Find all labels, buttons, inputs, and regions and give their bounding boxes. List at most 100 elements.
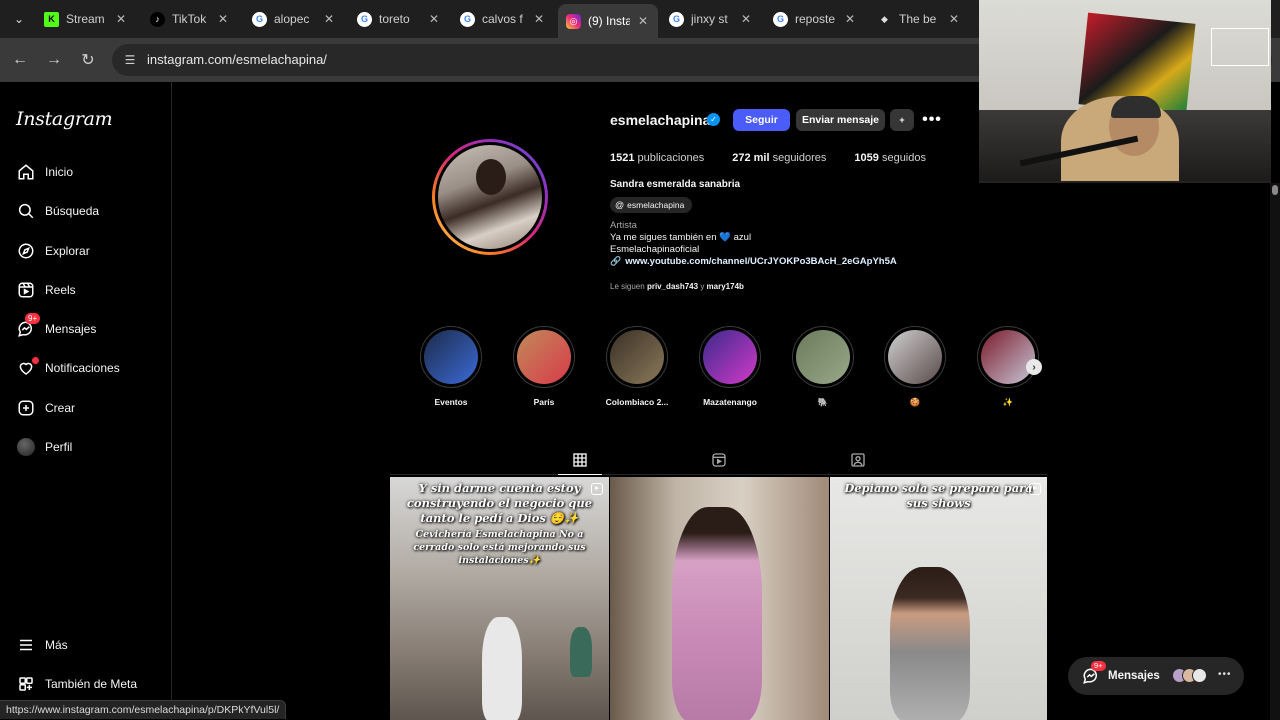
sidebar-item-mas[interactable]: Más [16, 632, 68, 658]
google-icon: G [460, 11, 475, 27]
browser-tab-tiktok[interactable]: ♪ TikTok ✕ [142, 6, 238, 32]
google-icon: G [669, 11, 684, 27]
back-arrow-icon[interactable]: ← [8, 48, 32, 72]
reels-icon [712, 453, 726, 467]
post-caption-overlay: Y sin darme cuenta estoy construyendo el… [406, 481, 593, 566]
profile-full-name: Sandra esmeralda sanabria [610, 179, 741, 190]
conversation-avatars [1172, 668, 1207, 683]
story-highlight[interactable]: 🐘 [787, 326, 859, 408]
browser-tab-stream[interactable]: K Stream ✕ [36, 6, 136, 32]
compass-icon [16, 241, 36, 261]
sidebar-item-inicio[interactable]: Inicio [16, 159, 73, 185]
browser-tab-alopec[interactable]: G alopec ✕ [244, 6, 344, 32]
streamer-webcam [979, 0, 1271, 183]
post-thumbnail[interactable] [610, 477, 829, 720]
sidebar-item-tambien-de-meta[interactable]: También de Meta [16, 671, 137, 697]
page-scrollbar[interactable] [1270, 183, 1280, 720]
messenger-icon: 9+ [1082, 661, 1106, 685]
browser-tab-toreto[interactable]: G toreto ✕ [349, 6, 449, 32]
grid-icon [573, 453, 587, 467]
story-highlight[interactable]: París [508, 326, 580, 407]
close-icon[interactable]: ✕ [947, 12, 961, 26]
avatar [1192, 668, 1207, 683]
close-icon[interactable]: ✕ [114, 12, 128, 26]
sidebar-item-perfil[interactable]: Perfil [16, 434, 72, 460]
link-icon: 🔗 [610, 256, 622, 266]
send-message-button[interactable]: Enviar mensaje [796, 109, 885, 131]
browser-tab-instagram[interactable]: ◎ (9) Insta ✕ [558, 4, 658, 38]
scrollbar-thumb[interactable] [1272, 185, 1278, 195]
bio-external-link[interactable]: 🔗 www.youtube.com/channel/UCrJYOKPo3BAcH… [610, 256, 897, 267]
unread-badge: 9+ [25, 313, 41, 324]
more-options-icon[interactable]: ••• [922, 109, 942, 131]
browser-tab-calvos[interactable]: G calvos f ✕ [452, 6, 554, 32]
suggested-accounts-button[interactable]: + [890, 109, 914, 131]
more-icon: ••• [1218, 669, 1232, 680]
close-icon[interactable]: ✕ [636, 14, 650, 28]
floating-messages-button[interactable]: 9+ Mensajes ••• [1068, 657, 1244, 695]
verified-badge-icon: ✓ [707, 113, 720, 126]
instagram-sidebar: Instagram Inicio Búsqueda Explorar Reels [0, 82, 172, 720]
tabs-divider [390, 474, 1047, 475]
tab-posts[interactable] [558, 450, 602, 475]
tab-reels[interactable] [709, 450, 729, 470]
story-highlight[interactable]: Eventos [415, 326, 487, 407]
notification-dot [32, 357, 39, 364]
google-icon: G [252, 11, 267, 27]
profile-avatar[interactable] [432, 139, 548, 255]
close-icon[interactable]: ✕ [843, 12, 857, 26]
site-settings-icon[interactable]: ☰ [122, 52, 138, 68]
story-highlight[interactable]: Mazatenango [694, 326, 766, 407]
tab-tagged[interactable] [848, 450, 868, 470]
following-count[interactable]: 1059 seguidos [854, 152, 926, 164]
sidebar-item-explorar[interactable]: Explorar [16, 238, 90, 264]
google-icon: G [773, 11, 788, 27]
screen: ⌄ K Stream ✕ ♪ TikTok ✕ G alopec ✕ G tor… [0, 0, 1280, 720]
add-person-icon: + [899, 115, 905, 125]
threads-link[interactable]: @ esmelachapina [610, 197, 693, 213]
browser-tab-the-be[interactable]: ◆ The be ✕ [869, 6, 969, 32]
plus-square-icon [16, 398, 36, 418]
sidebar-item-mensajes[interactable]: 9+ Mensajes [16, 313, 96, 342]
close-icon[interactable]: ✕ [532, 12, 546, 26]
close-icon[interactable]: ✕ [739, 12, 753, 26]
search-icon [16, 201, 36, 221]
instagram-logo[interactable]: Instagram [16, 108, 113, 130]
highlights-next-icon[interactable]: › [1026, 359, 1042, 375]
profile-stats: 1521 publicaciones 272 mil seguidores 10… [610, 152, 954, 164]
google-icon: G [357, 11, 372, 27]
bio-line-1: Ya me sigues también en 💙 azul [610, 232, 752, 243]
home-icon [16, 162, 36, 182]
reels-icon [16, 280, 36, 300]
post-thumbnail[interactable]: Y sin darme cuenta estoy construyendo el… [390, 477, 609, 720]
meta-icon [16, 674, 36, 694]
sidebar-item-notificaciones[interactable]: Notificaciones [16, 355, 120, 381]
tab-search-chevron-icon[interactable]: ⌄ [8, 8, 30, 30]
kick-icon: K [44, 11, 59, 27]
browser-tab-reposte[interactable]: G reposte ✕ [765, 6, 865, 32]
close-icon[interactable]: ✕ [322, 12, 336, 26]
followers-count[interactable]: 272 mil seguidores [732, 152, 826, 164]
sidebar-item-crear[interactable]: Crear [16, 395, 75, 421]
sidebar-item-reels[interactable]: Reels [16, 277, 76, 303]
post-caption-overlay: Depiano sola se prepara para sus shows [844, 481, 1033, 510]
followed-by[interactable]: Le siguen priv_dash743 y mary174b [610, 282, 744, 291]
close-icon[interactable]: ✕ [216, 12, 230, 26]
tiktok-icon: ♪ [150, 11, 165, 27]
instagram-icon: ◎ [566, 13, 581, 29]
follow-button[interactable]: Seguir [733, 109, 790, 131]
close-icon[interactable]: ✕ [427, 12, 441, 26]
forward-arrow-icon[interactable]: → [42, 48, 66, 72]
menu-icon [16, 635, 36, 655]
url-text: instagram.com/esmelachapina/ [147, 52, 327, 67]
post-thumbnail[interactable]: Depiano sola se prepara para sus shows [830, 477, 1047, 720]
story-highlight[interactable]: Colombiaco 2... [601, 326, 673, 407]
profile-category: Artista [610, 220, 637, 231]
sidebar-item-busqueda[interactable]: Búsqueda [16, 198, 99, 224]
status-bar-url: https://www.instagram.com/esmelachapina/… [0, 700, 287, 719]
reload-icon[interactable]: ↻ [76, 48, 100, 72]
story-highlight[interactable]: 🍪 [879, 326, 951, 408]
threads-icon: @ [615, 200, 625, 210]
browser-tab-jinxy[interactable]: G jinxy st ✕ [661, 6, 761, 32]
tagged-icon [851, 453, 865, 467]
